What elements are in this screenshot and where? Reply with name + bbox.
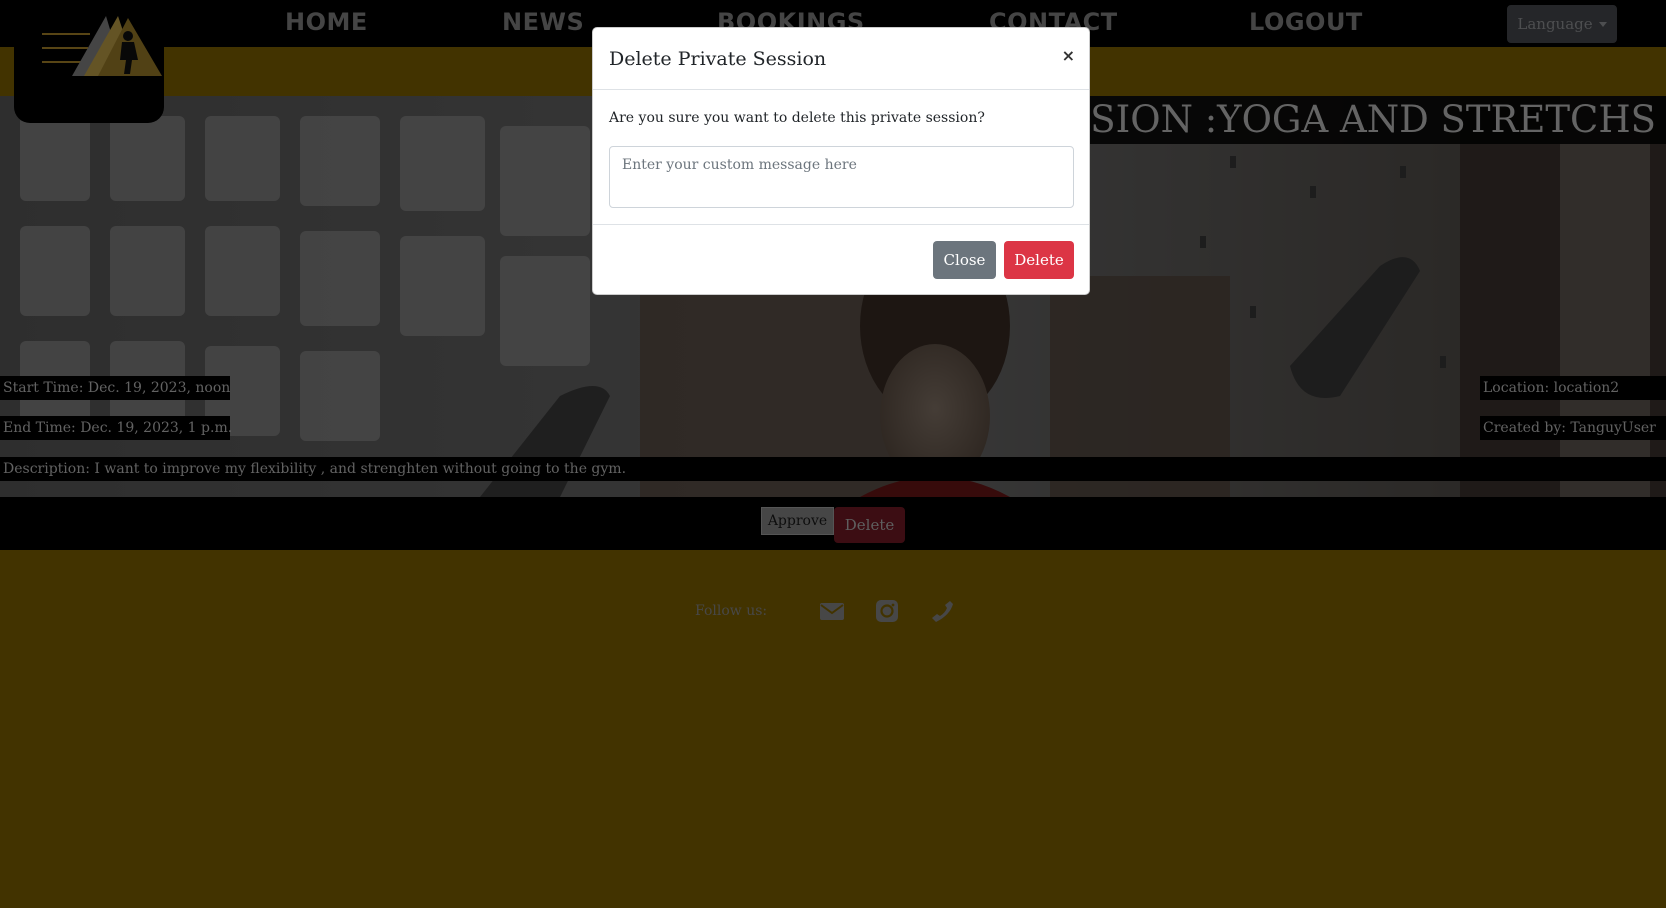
delete-session-modal: Delete Private Session × Are you sure yo… <box>592 27 1090 295</box>
modal-question: Are you sure you want to delete this pri… <box>609 110 985 126</box>
modal-footer: Close Delete <box>593 224 1089 296</box>
modal-header: Delete Private Session × <box>593 28 1089 90</box>
modal-delete-button[interactable]: Delete <box>1004 241 1074 279</box>
modal-close-button[interactable]: Close <box>933 241 996 279</box>
custom-message-field[interactable] <box>609 146 1074 208</box>
close-icon[interactable]: × <box>1062 46 1075 65</box>
modal-title: Delete Private Session <box>609 48 827 70</box>
